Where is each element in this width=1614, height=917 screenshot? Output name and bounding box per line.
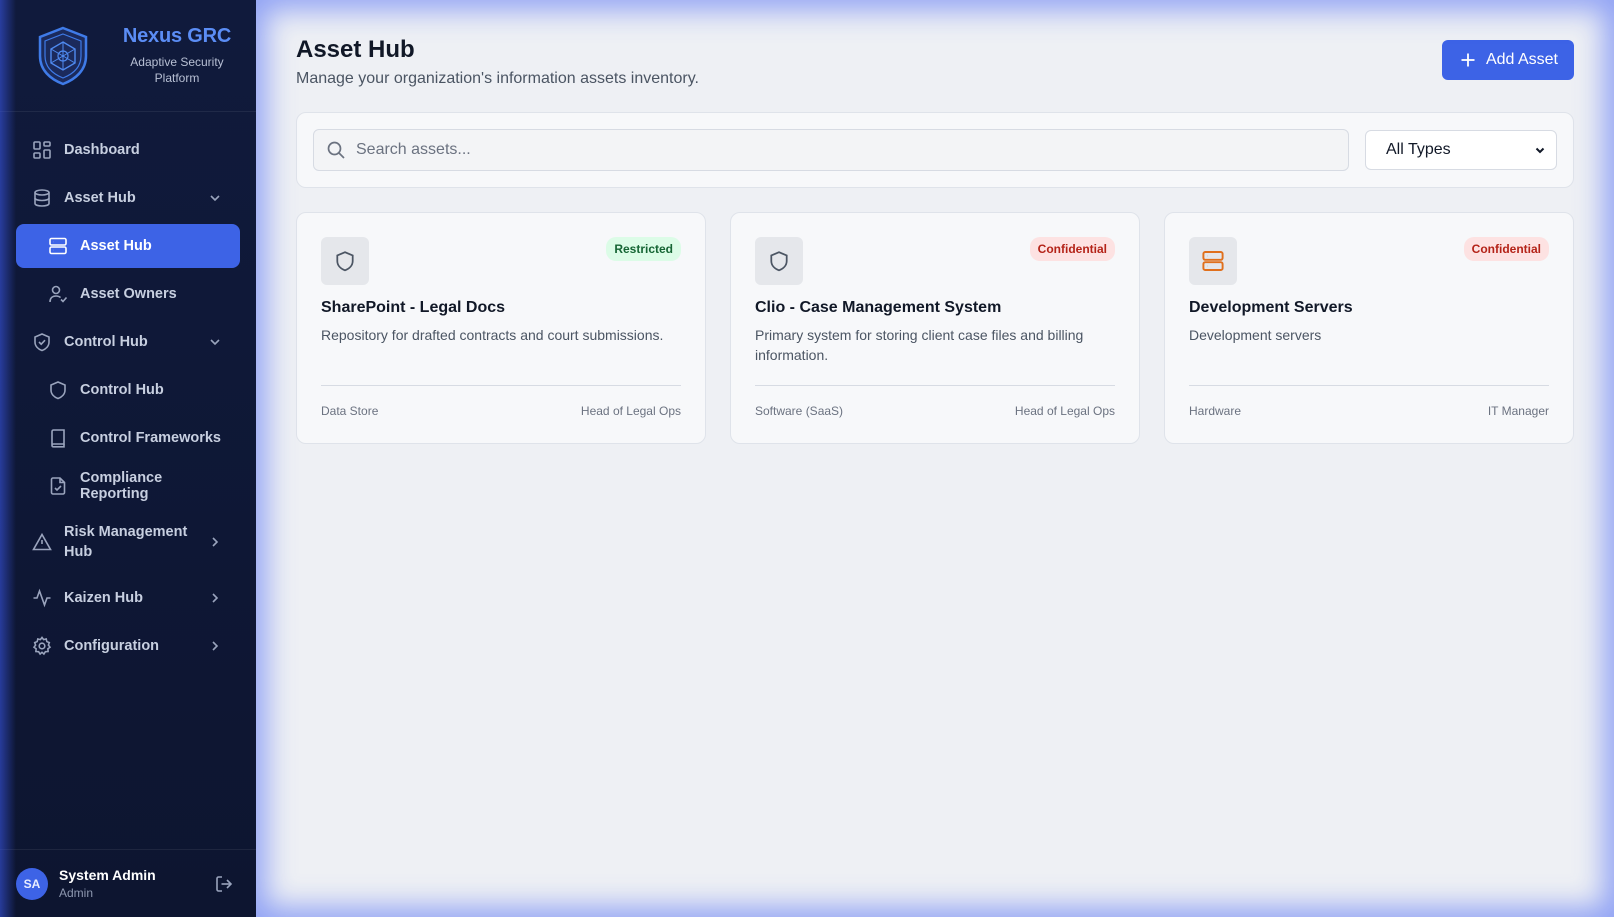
brand-subtitle: Adaptive Security Platform bbox=[130, 55, 224, 85]
chevron-down-icon bbox=[1535, 147, 1545, 154]
asset-owner: Head of Legal Ops bbox=[580, 404, 681, 418]
sidebar-item-label: Control Frameworks bbox=[80, 430, 221, 446]
chevron-right-icon bbox=[212, 593, 219, 603]
book-icon bbox=[48, 428, 68, 448]
sidebar-item-asset-owners[interactable]: Asset Owners bbox=[16, 272, 240, 316]
gear-icon bbox=[32, 636, 52, 656]
sidebar-item-label: Asset Hub bbox=[80, 238, 152, 254]
alert-triangle-icon bbox=[32, 532, 52, 552]
brand: Nexus GRC Adaptive Security Platform bbox=[0, 0, 256, 112]
server-icon bbox=[1189, 237, 1237, 285]
main-content: Asset Hub Manage your organization's inf… bbox=[256, 0, 1614, 917]
type-select-value: All Types bbox=[1386, 141, 1451, 158]
logout-icon[interactable] bbox=[214, 874, 234, 894]
chevron-down-icon bbox=[210, 339, 220, 346]
asset-owner: IT Manager bbox=[1487, 404, 1549, 418]
avatar[interactable]: SA bbox=[16, 867, 48, 900]
asset-title: Development Servers bbox=[1189, 299, 1353, 316]
asset-owner: Head of Legal Ops bbox=[1014, 404, 1115, 418]
classification-badge: Confidential bbox=[1029, 237, 1115, 261]
page-title: Asset Hub bbox=[296, 36, 415, 63]
sidebar: Nexus GRC Adaptive Security Platform Das… bbox=[0, 0, 256, 917]
sidebar-item-label: Control Hub bbox=[64, 334, 148, 350]
asset-type: Hardware bbox=[1189, 404, 1242, 418]
asset-footer: Software (SaaS) Head of Legal Ops bbox=[755, 385, 1115, 418]
server-icon bbox=[48, 236, 68, 256]
asset-description: Development servers bbox=[1189, 327, 1322, 343]
shield-icon bbox=[48, 380, 68, 400]
asset-description: Primary system for storing client case f… bbox=[755, 327, 1084, 363]
sidebar-item-label: Asset Hub bbox=[64, 190, 136, 206]
sidebar-item-label: Control Hub bbox=[80, 382, 164, 398]
asset-description: Repository for drafted contracts and cou… bbox=[321, 327, 664, 343]
brand-title: Nexus GRC bbox=[122, 25, 232, 47]
page-header: Asset Hub Manage your organization's inf… bbox=[296, 36, 1574, 88]
sidebar-item-label: Dashboard bbox=[64, 142, 140, 158]
page-subtitle: Manage your organization's information a… bbox=[296, 70, 699, 87]
sidebar-item-label: Configuration bbox=[64, 638, 160, 654]
sidebar-group-control-hub[interactable]: Control Hub bbox=[16, 320, 240, 364]
activity-icon bbox=[32, 588, 52, 608]
sidebar-item-compliance-reporting[interactable]: Compliance Reporting bbox=[16, 464, 240, 508]
shield-network-logo-icon bbox=[38, 26, 88, 85]
shield-icon bbox=[755, 237, 803, 285]
plus-icon bbox=[1461, 53, 1475, 67]
sidebar-item-label: Asset Owners bbox=[80, 286, 177, 302]
sidebar-item-control-frameworks[interactable]: Control Frameworks bbox=[16, 416, 240, 460]
sidebar-group-kaizen-hub[interactable]: Kaizen Hub bbox=[16, 576, 240, 620]
classification-badge: Confidential bbox=[1463, 237, 1549, 261]
asset-footer: Hardware IT Manager bbox=[1189, 385, 1549, 418]
filter-bar: All Types bbox=[296, 112, 1574, 188]
database-icon bbox=[32, 188, 52, 208]
asset-card[interactable]: Confidential Development Servers Develop… bbox=[1164, 212, 1574, 444]
search-input[interactable] bbox=[356, 141, 1348, 159]
shield-icon bbox=[321, 237, 369, 285]
asset-card[interactable]: Restricted SharePoint - Legal Docs Repos… bbox=[296, 212, 706, 444]
sidebar-item-label: Compliance Reporting bbox=[80, 470, 163, 502]
asset-type: Data Store bbox=[321, 404, 379, 418]
sidebar-item-control-hub[interactable]: Control Hub bbox=[16, 368, 240, 412]
add-asset-button[interactable]: Add Asset bbox=[1441, 40, 1574, 80]
chevron-right-icon bbox=[212, 537, 219, 547]
sidebar-item-asset-hub[interactable]: Asset Hub bbox=[16, 224, 240, 268]
asset-title: Clio - Case Management System bbox=[755, 299, 1002, 316]
asset-type: Software (SaaS) bbox=[755, 404, 844, 418]
asset-card-grid: Restricted SharePoint - Legal Docs Repos… bbox=[296, 212, 1574, 444]
chevron-right-icon bbox=[212, 641, 219, 651]
user-profile: SA System Admin Admin bbox=[0, 849, 256, 917]
sidebar-item-dashboard[interactable]: Dashboard bbox=[16, 128, 240, 172]
sidebar-item-label: Risk Management Hub bbox=[64, 524, 188, 560]
search-icon bbox=[327, 141, 345, 159]
asset-title: SharePoint - Legal Docs bbox=[321, 299, 506, 316]
asset-card[interactable]: Confidential Clio - Case Management Syst… bbox=[730, 212, 1140, 444]
sidebar-group-risk-management-hub[interactable]: Risk Management Hub bbox=[16, 512, 240, 572]
user-role: Admin bbox=[59, 886, 94, 900]
search-box bbox=[313, 129, 1349, 171]
sidebar-group-configuration[interactable]: Configuration bbox=[16, 624, 240, 668]
classification-badge: Restricted bbox=[606, 237, 681, 261]
asset-footer: Data Store Head of Legal Ops bbox=[321, 385, 681, 418]
sidebar-item-label: Kaizen Hub bbox=[64, 590, 143, 606]
file-check-icon bbox=[48, 476, 68, 496]
sidebar-nav: Dashboard Asset Hub Asset Hub Asset Owne… bbox=[0, 112, 256, 849]
add-asset-label: Add Asset bbox=[1485, 51, 1558, 68]
chevron-down-icon bbox=[210, 195, 220, 202]
user-check-icon bbox=[48, 284, 68, 304]
sidebar-group-asset-hub[interactable]: Asset Hub bbox=[16, 176, 240, 220]
dashboard-icon bbox=[32, 140, 52, 160]
type-select[interactable]: All Types bbox=[1365, 130, 1557, 170]
user-name: System Admin bbox=[59, 867, 156, 883]
shield-check-icon bbox=[32, 332, 52, 352]
